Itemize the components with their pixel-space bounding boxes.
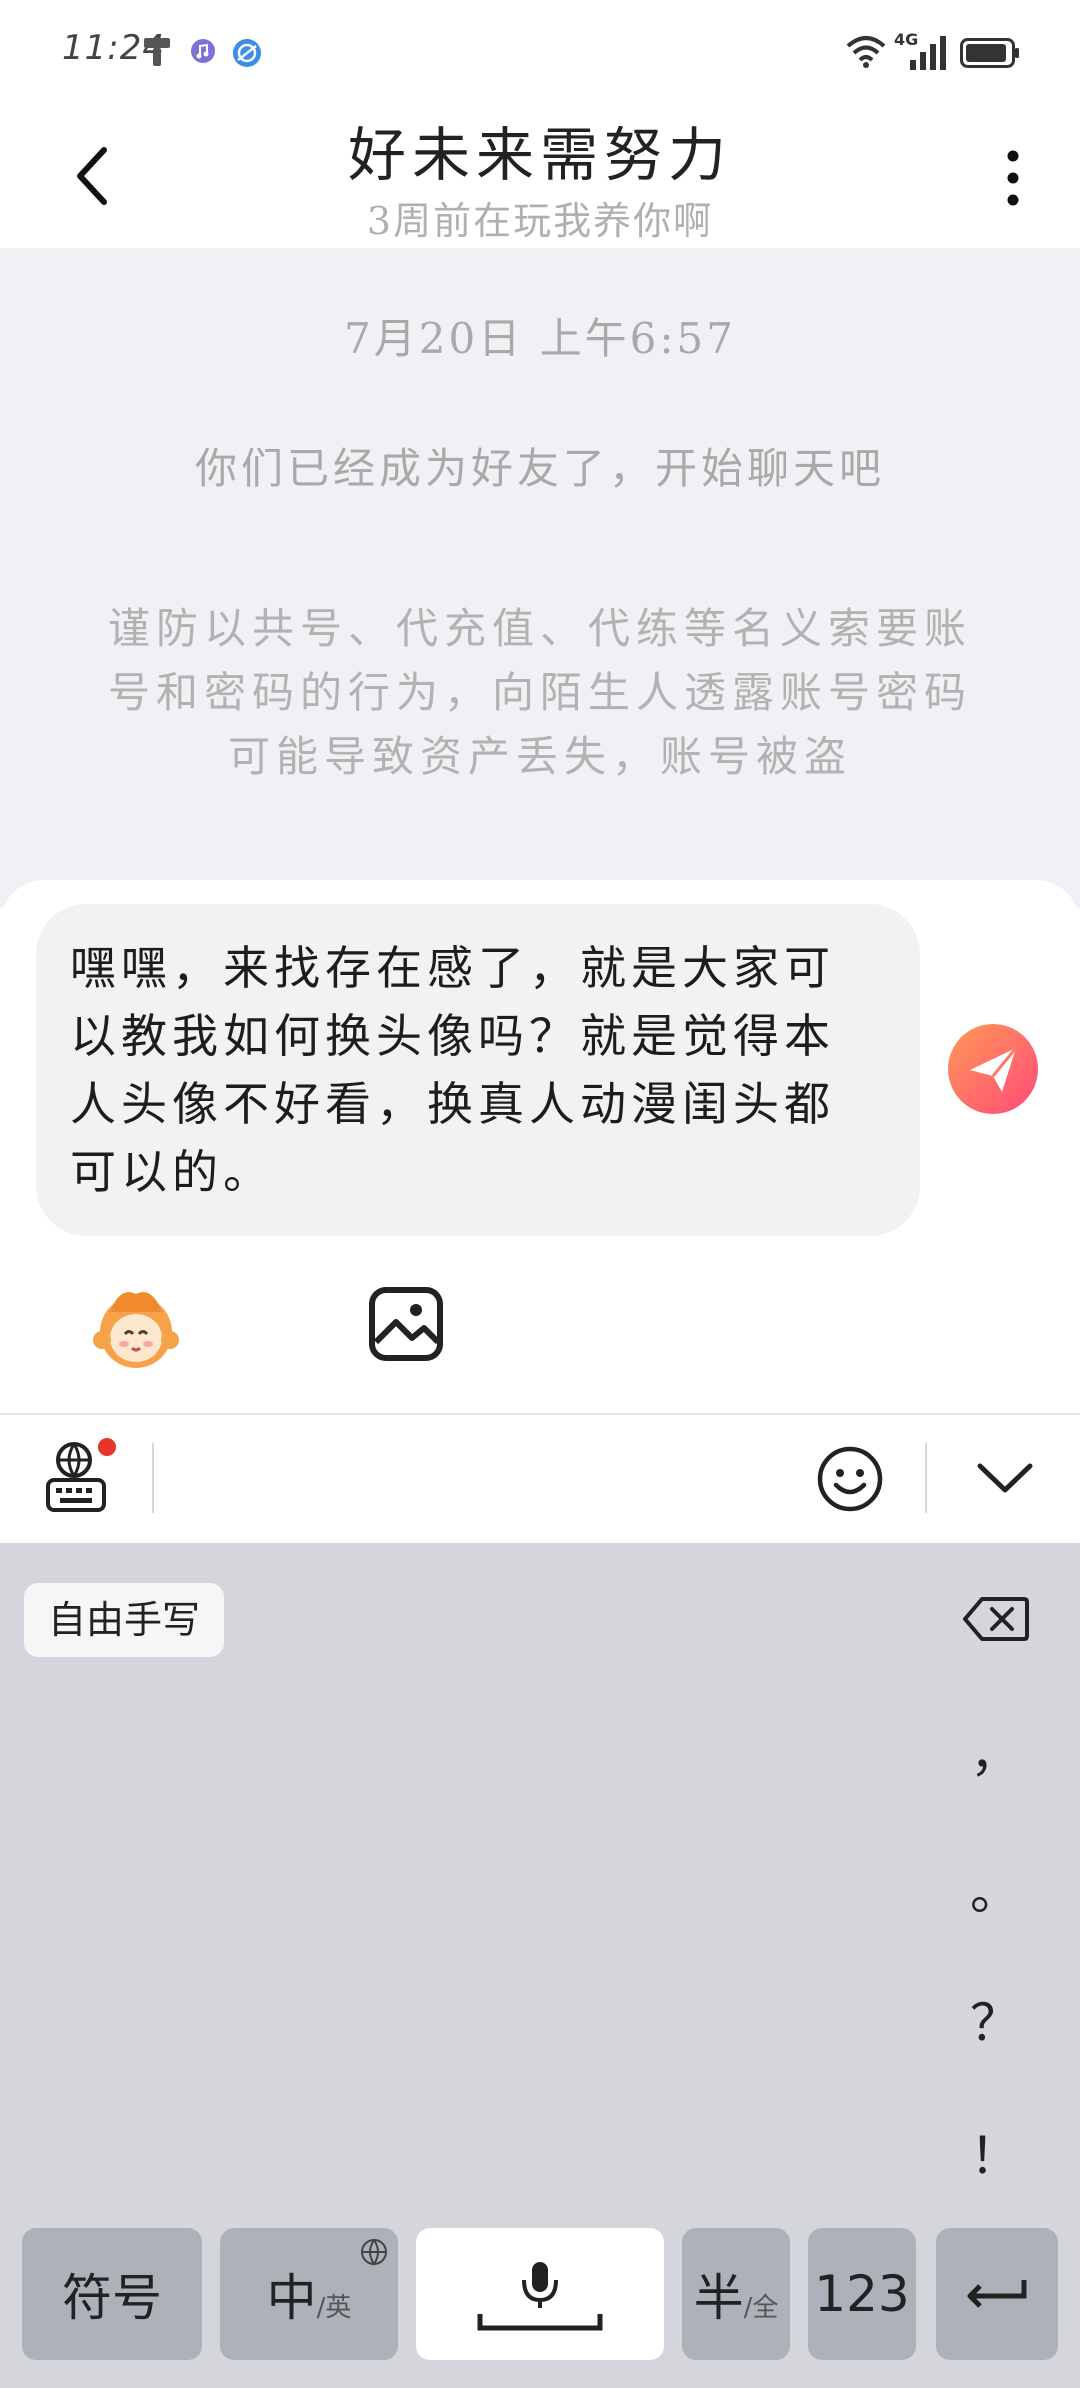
message-line: 人头像不好看，换真人动漫闺头都 bbox=[70, 1077, 835, 1131]
space-voice-key[interactable] bbox=[416, 2228, 664, 2360]
music-icon bbox=[191, 39, 215, 63]
key-label: 中 bbox=[266, 2269, 317, 2327]
message-timestamp: 7月20日 上午6:57 bbox=[344, 314, 736, 363]
warning-line: 谨防以共号、代充值、代练等名义索要账 bbox=[107, 604, 972, 653]
language-switch-key[interactable]: 中 /英 bbox=[220, 2228, 398, 2360]
mascot-avatar-icon[interactable] bbox=[90, 1282, 182, 1374]
brush-icon bbox=[144, 38, 170, 66]
toolbar-separator bbox=[152, 1443, 154, 1513]
image-icon[interactable] bbox=[368, 1286, 444, 1362]
toolbar-separator bbox=[925, 1443, 927, 1513]
enter-key[interactable] bbox=[936, 2228, 1058, 2360]
page-title[interactable]: 好未来需努力 bbox=[0, 108, 1080, 192]
enter-icon bbox=[967, 2280, 1027, 2308]
emoji-icon[interactable] bbox=[816, 1445, 884, 1513]
globe-small-icon bbox=[361, 2239, 387, 2266]
wifi-icon bbox=[846, 36, 886, 68]
last-active-status: 3周前在玩我养你啊 bbox=[366, 199, 714, 243]
warning-line: 号和密码的行为，向陌生人透露账号密码 bbox=[107, 668, 972, 717]
signal-icon bbox=[910, 36, 946, 70]
punct-key-comma[interactable]: ， bbox=[960, 1714, 1030, 1786]
message-line: 可以的。 bbox=[70, 1145, 274, 1199]
candidate-bar[interactable] bbox=[175, 1440, 775, 1518]
system-message: 你们已经成为好友了，开始聊天吧 bbox=[194, 444, 885, 493]
key-label: 123 bbox=[814, 2265, 910, 2323]
microphone-icon bbox=[477, 2262, 603, 2331]
key-sublabel: /英 bbox=[316, 2292, 352, 2323]
chevron-down-icon[interactable] bbox=[970, 1456, 1040, 1500]
key-label: 符号 bbox=[62, 2269, 162, 2327]
key-label: 半 bbox=[693, 2269, 744, 2327]
browser-icon bbox=[233, 39, 261, 67]
punct-key-period[interactable]: 。 bbox=[960, 1852, 1030, 1924]
half-full-width-key[interactable]: 半 /全 bbox=[682, 2228, 790, 2360]
more-vertical-icon[interactable] bbox=[998, 148, 1028, 208]
key-sublabel: /全 bbox=[743, 2292, 779, 2323]
handwriting-mode-button[interactable]: 自由手写 bbox=[24, 1583, 224, 1657]
symbols-key[interactable]: 符号 bbox=[22, 2228, 202, 2360]
notification-dot bbox=[98, 1438, 116, 1456]
battery-icon bbox=[960, 38, 1019, 68]
punct-key-exclamation[interactable]: ！ bbox=[960, 2116, 1030, 2188]
send-button[interactable] bbox=[948, 1024, 1038, 1114]
warning-line: 可能导致资产丢失，账号被盗 bbox=[227, 732, 852, 781]
message-line: 嘿嘿，来找存在感了，就是大家可 bbox=[70, 941, 835, 995]
backspace-icon[interactable] bbox=[962, 1596, 1030, 1642]
punct-key-question[interactable]: ？ bbox=[960, 1983, 1030, 2055]
security-warning: 谨防以共号、代充值、代练等名义索要账 号和密码的行为，向陌生人透露账号密码 可能… bbox=[80, 597, 1000, 789]
send-paper-plane-icon bbox=[970, 1047, 1018, 1092]
numbers-key[interactable]: 123 bbox=[808, 2228, 916, 2360]
message-line: 以教我如何换头像吗？就是觉得本 bbox=[70, 1009, 835, 1063]
message-input[interactable]: 嘿嘿，来找存在感了，就是大家可 以教我如何换头像吗？就是觉得本 人头像不好看，换… bbox=[36, 904, 920, 1236]
